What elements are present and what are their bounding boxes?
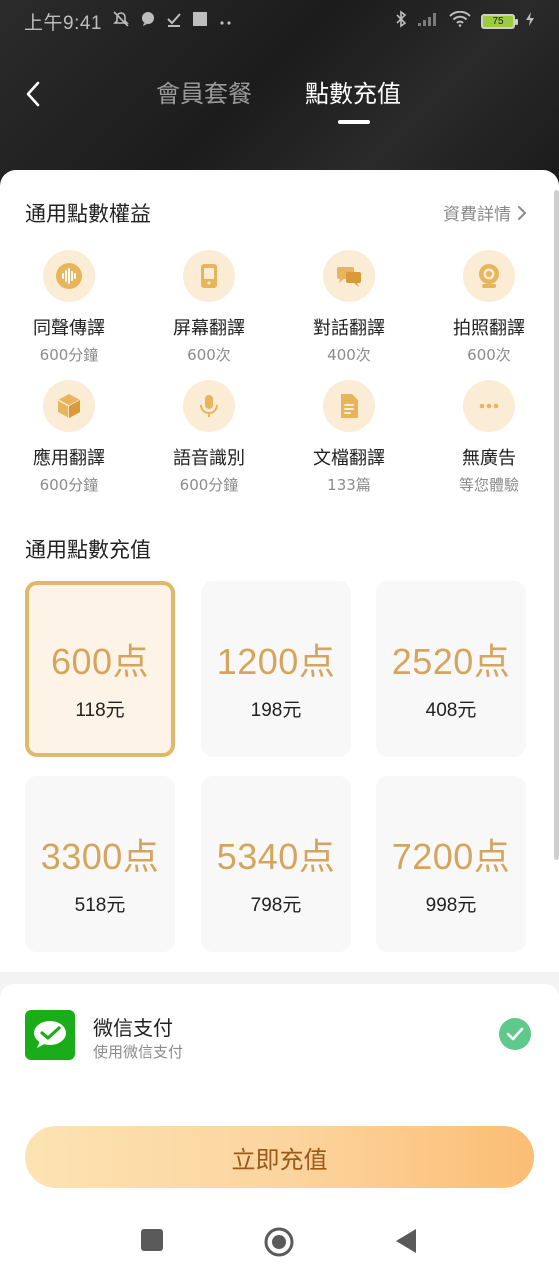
benefit-value: 等您體驗 xyxy=(458,476,519,494)
recharge-now-button[interactable]: 立即充值 xyxy=(25,1126,534,1188)
package-points: 1200点 xyxy=(216,641,336,682)
benefit-name: 應用翻譯 xyxy=(33,448,105,469)
payment-method-name: 微信支付 xyxy=(93,1016,173,1040)
check-task-icon xyxy=(166,11,182,32)
payment-method-option[interactable]: 微信支付 使用微信支付 xyxy=(0,984,559,1104)
document-icon xyxy=(323,380,375,432)
bluetooth-icon xyxy=(395,9,407,33)
package-points: 5340点 xyxy=(216,836,336,877)
package-price: 998元 xyxy=(425,895,477,916)
notification-muted-icon xyxy=(112,10,130,33)
more-icon xyxy=(463,380,515,432)
screen-icon xyxy=(183,250,235,302)
square-app-icon xyxy=(192,11,208,32)
package-7200[interactable]: 7200点 998元 xyxy=(376,776,526,952)
home-circle-icon xyxy=(264,1227,294,1257)
benefit-name: 拍照翻譯 xyxy=(453,318,525,339)
system-navigation-bar xyxy=(0,1210,559,1280)
active-tab-indicator xyxy=(338,120,370,124)
square-icon xyxy=(141,1229,163,1251)
microphone-icon xyxy=(183,380,235,432)
recent-apps-button[interactable] xyxy=(140,1228,164,1256)
wechat-pay-icon xyxy=(25,1010,75,1060)
benefit-name: 無廣告 xyxy=(462,448,516,469)
payment-method-subtitle: 使用微信支付 xyxy=(93,1043,184,1061)
package-600[interactable]: 600点 118元 xyxy=(25,581,175,757)
package-price: 198元 xyxy=(250,700,302,721)
benefit-item: 同聲傳譯 600分鐘 xyxy=(4,250,134,365)
package-points: 2520点 xyxy=(391,641,511,682)
message-icon xyxy=(140,11,156,32)
charging-icon xyxy=(525,11,535,32)
benefit-item: 文檔翻譯 133篇 xyxy=(284,380,414,495)
package-price: 408元 xyxy=(425,700,477,721)
cube-icon xyxy=(43,380,95,432)
benefit-name: 對話翻譯 xyxy=(313,318,385,339)
package-5340[interactable]: 5340点 798元 xyxy=(201,776,351,952)
benefit-item: 語音識別 600分鐘 xyxy=(144,380,274,495)
package-2520[interactable]: 2520点 408元 xyxy=(376,581,526,757)
camera-icon xyxy=(463,250,515,302)
package-points: 3300点 xyxy=(40,836,160,877)
chevron-right-icon xyxy=(518,205,526,220)
home-button[interactable] xyxy=(263,1226,295,1262)
benefit-value: 133篇 xyxy=(327,476,371,494)
chevron-left-icon xyxy=(26,81,40,107)
benefit-name: 屏幕翻譯 xyxy=(173,318,245,339)
benefit-name: 同聲傳譯 xyxy=(33,318,105,339)
points-card: 通用點數權益 資費詳情 同聲傳譯 600分鐘 屏幕翻譯 600次 對話翻譯 40… xyxy=(0,170,559,972)
benefit-value: 600次 xyxy=(187,346,231,364)
benefit-name: 文檔翻譯 xyxy=(313,448,385,469)
package-price: 518元 xyxy=(74,895,126,916)
benefit-item: 屏幕翻譯 600次 xyxy=(144,250,274,365)
package-points: 600点 xyxy=(50,641,150,682)
scrollbar[interactable] xyxy=(554,190,559,860)
package-points: 7200点 xyxy=(391,836,511,877)
pricing-details-link[interactable]: 資費詳情 xyxy=(443,200,527,225)
back-button[interactable] xyxy=(18,72,48,116)
tab-membership-plans[interactable]: 會員套餐 xyxy=(156,74,252,109)
package-price: 798元 xyxy=(250,895,302,916)
chat-icon xyxy=(323,250,375,302)
benefit-value: 400次 xyxy=(327,346,371,364)
selected-check-icon[interactable] xyxy=(499,1018,531,1050)
benefit-item: 拍照翻譯 600次 xyxy=(424,250,554,365)
battery-icon: 75 xyxy=(481,13,518,29)
tab-points-recharge[interactable]: 點數充值 xyxy=(305,74,401,109)
bottom-action-area: 立即充值 xyxy=(0,1104,559,1210)
benefit-item: 應用翻譯 600分鐘 xyxy=(4,380,134,495)
benefit-value: 600次 xyxy=(467,346,511,364)
benefit-item: 對話翻譯 400次 xyxy=(284,250,414,365)
more-dots-icon xyxy=(218,11,234,31)
package-1200[interactable]: 1200点 198元 xyxy=(201,581,351,757)
wifi-icon xyxy=(449,10,471,32)
status-time: 上午9:41 xyxy=(24,12,102,34)
benefit-value: 600分鐘 xyxy=(39,476,99,494)
status-bar: 上午9:41 75 xyxy=(0,0,559,42)
package-price: 118元 xyxy=(75,700,125,721)
benefit-name: 語音識別 xyxy=(173,448,245,469)
benefit-value: 600分鐘 xyxy=(179,476,239,494)
recharge-section-title: 通用點數充值 xyxy=(25,538,151,562)
top-navigation: 會員套餐 點數充值 xyxy=(0,62,559,126)
triangle-back-icon xyxy=(396,1229,416,1253)
signal-icon xyxy=(417,11,439,32)
package-3300[interactable]: 3300点 518元 xyxy=(25,776,175,952)
benefits-section-title: 通用點數權益 xyxy=(25,202,151,226)
benefit-item: 無廣告 等您體驗 xyxy=(424,380,554,495)
benefit-value: 600分鐘 xyxy=(39,346,99,364)
waveform-icon xyxy=(43,250,95,302)
pricing-details-label: 資費詳情 xyxy=(443,205,511,225)
system-back-button[interactable] xyxy=(395,1228,417,1258)
